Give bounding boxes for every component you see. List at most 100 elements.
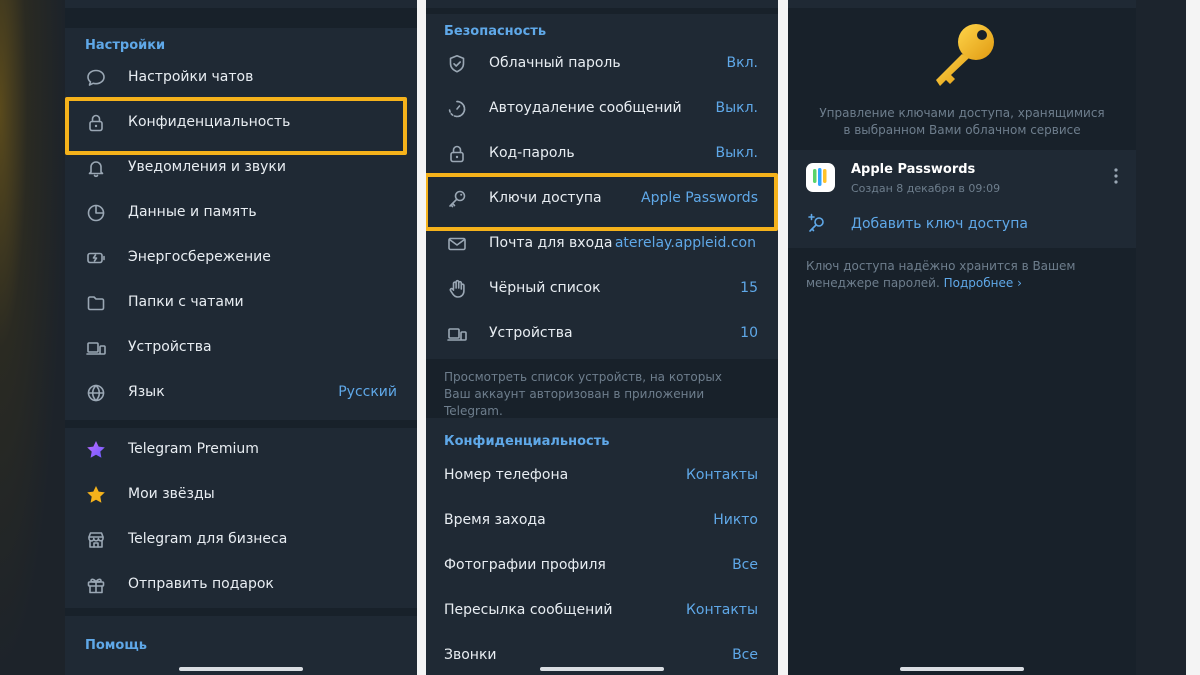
passkeys-screen: Управление ключами доступа, хранящимися … [788, 0, 1136, 675]
settings-item-label: Язык [128, 384, 165, 400]
passkeys-description: Управление ключами доступа, хранящимися … [819, 106, 1105, 137]
right-backdrop [1186, 0, 1200, 675]
row-label: Чёрный список [489, 280, 601, 296]
envelope-icon [448, 237, 466, 251]
row-value: 10 [740, 325, 758, 341]
passkey-created: Создан 8 декабря в 09:09 [851, 182, 1001, 195]
row-label: Звонки [444, 647, 497, 663]
stars-item[interactable]: Мои звёзды [65, 473, 417, 518]
separator [417, 0, 426, 675]
premium-item[interactable]: Telegram Premium [65, 428, 417, 473]
lock-icon [450, 145, 464, 163]
settings-item-label: Энергосбережение [128, 249, 271, 265]
footer-note-text: Ключ доступа надёжно хранится в Вашем ме… [806, 259, 1076, 290]
left-backdrop [0, 0, 65, 675]
privacy-section: Конфиденциальность Номер телефона Контак… [426, 418, 778, 675]
store-icon [88, 532, 104, 548]
settings-item-devices[interactable]: Устройства [65, 326, 417, 371]
help-header: Помощь [85, 638, 147, 653]
premium-item-label: Telegram Premium [128, 441, 259, 457]
settings-header: Настройки [85, 38, 166, 53]
profile-photos-row[interactable]: Фотографии профиля Все [426, 544, 778, 589]
home-indicator [540, 667, 664, 671]
learn-more-link[interactable]: Подробнее › [944, 276, 1022, 290]
devices-note: Просмотреть список устройств, на которых… [444, 370, 722, 418]
row-value: Выкл. [715, 100, 758, 116]
row-label: Номер телефона [444, 467, 569, 483]
settings-item-data[interactable]: Данные и память [65, 191, 417, 236]
row-label: Фотографии профиля [444, 557, 606, 573]
language-value: Русский [338, 384, 397, 400]
row-label: Код-пароль [489, 145, 575, 161]
row-value: aterelay.appleid.con [614, 235, 756, 251]
premium-section: Telegram Premium Мои звёзды Telegram для… [65, 428, 417, 608]
row-value: Вкл. [726, 55, 758, 71]
last-seen-row[interactable]: Время захода Никто [426, 499, 778, 544]
more-options-icon[interactable] [1114, 166, 1118, 186]
highlight-frame [426, 173, 778, 231]
row-value: Контакты [685, 467, 758, 483]
row-label: Автоудаление сообщений [489, 100, 682, 116]
auto-delete-row[interactable]: Автоудаление сообщений Выкл. [426, 87, 778, 132]
top-section-edge [426, 0, 778, 8]
pie-chart-icon [87, 204, 105, 222]
security-header: Безопасность [444, 24, 547, 39]
settings-item-folders[interactable]: Папки с чатами [65, 281, 417, 326]
home-indicator [900, 667, 1024, 671]
passcode-row[interactable]: Код-пароль Выкл. [426, 132, 778, 177]
row-value: Все [732, 647, 758, 663]
row-value: 15 [740, 280, 758, 296]
separator [778, 0, 788, 675]
row-value: Выкл. [715, 145, 758, 161]
globe-icon [87, 384, 105, 402]
folder-icon [87, 296, 105, 311]
gift-item-label: Отправить подарок [128, 576, 274, 592]
devices-row[interactable]: Устройства 10 [426, 312, 778, 357]
row-value: Контакты [685, 602, 758, 618]
settings-item-label: Уведомления и звуки [128, 159, 286, 175]
phone-number-row[interactable]: Номер телефона Контакты [426, 454, 778, 499]
home-indicator [179, 667, 303, 671]
gift-item[interactable]: Отправить подарок [65, 563, 417, 608]
privacy-screen: Безопасность Облачный пароль Вкл. Автоуд… [426, 0, 778, 675]
row-label: Устройства [489, 325, 573, 341]
passkey-name: Apple Passwords [851, 162, 976, 177]
chat-bubble-icon [87, 69, 105, 86]
golden-key-icon [936, 24, 994, 86]
business-item[interactable]: Telegram для бизнеса [65, 518, 417, 563]
add-key-icon [808, 213, 824, 232]
blocked-row[interactable]: Чёрный список 15 [426, 267, 778, 312]
shield-check-icon [449, 55, 465, 73]
settings-item-language[interactable]: Язык Русский [65, 371, 417, 416]
passkey-footer-note: Ключ доступа надёжно хранится в Вашем ме… [806, 258, 1096, 292]
cloud-password-row[interactable]: Облачный пароль Вкл. [426, 42, 778, 87]
settings-item-label: Данные и память [128, 204, 257, 220]
settings-screen: Настройки Настройки чатов Конфиденциальн… [65, 0, 417, 675]
row-label: Пересылка сообщений [444, 602, 613, 618]
purple-star-icon [87, 441, 105, 458]
settings-item-label: Папки с чатами [128, 294, 244, 310]
stars-item-label: Мои звёзды [128, 486, 215, 502]
row-label: Почта для входа [489, 235, 613, 251]
devices-icon [86, 342, 106, 355]
devices-icon [447, 328, 467, 341]
settings-section: Настройки Настройки чатов Конфиденциальн… [65, 28, 417, 420]
top-section-edge [788, 0, 1136, 8]
settings-item-power[interactable]: Энергосбережение [65, 236, 417, 281]
settings-item-label: Устройства [128, 339, 212, 355]
battery-icon [87, 252, 105, 264]
top-section-edge [65, 0, 417, 8]
privacy-header: Конфиденциальность [444, 434, 610, 449]
highlight-frame [65, 97, 407, 155]
passkey-section: Apple Passwords Создан 8 декабря в 09:09… [788, 150, 1136, 248]
hand-icon [449, 279, 465, 298]
settings-item-chat[interactable]: Настройки чатов [65, 56, 417, 101]
row-value: Все [732, 557, 758, 573]
forwarding-row[interactable]: Пересылка сообщений Контакты [426, 589, 778, 634]
bell-icon [88, 161, 104, 178]
gold-star-icon [87, 486, 105, 503]
gift-icon [87, 578, 105, 594]
row-value: Никто [713, 512, 758, 528]
settings-item-label: Настройки чатов [128, 69, 254, 85]
add-passkey-button[interactable]: Добавить ключ доступа [788, 206, 1136, 246]
